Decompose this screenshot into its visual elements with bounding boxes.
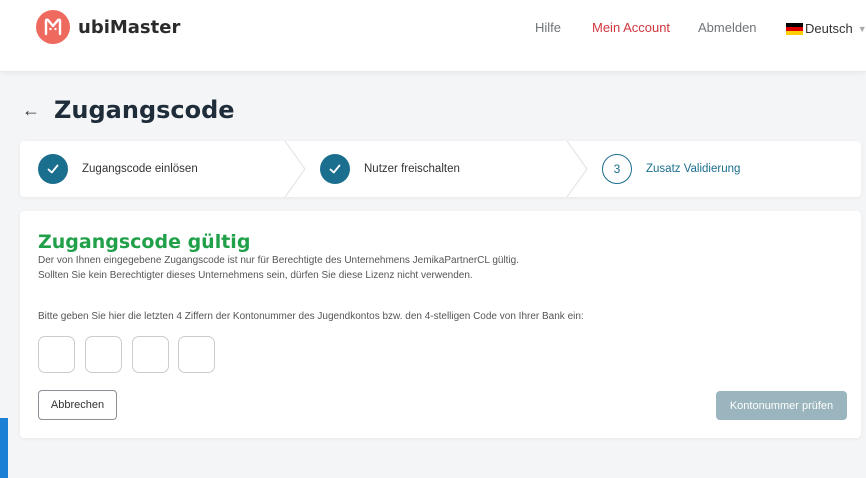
step-label: Nutzer freischalten bbox=[364, 163, 460, 175]
logo[interactable]: ubiMaster bbox=[36, 10, 180, 44]
digit-input-1[interactable] bbox=[38, 336, 75, 373]
language-selector[interactable]: Deutsch ▼ bbox=[786, 21, 866, 36]
check-account-button[interactable]: Kontonummer prüfen bbox=[716, 391, 847, 420]
info-text: Der von Ihnen eingegebene Zugangscode is… bbox=[38, 255, 520, 266]
nav-help-link[interactable]: Hilfe bbox=[535, 20, 561, 35]
language-label: Deutsch bbox=[805, 21, 853, 36]
digit-input-2[interactable] bbox=[85, 336, 122, 373]
page-title: Zugangscode bbox=[54, 96, 235, 124]
check-icon bbox=[320, 154, 350, 184]
back-arrow-icon[interactable]: ← bbox=[22, 98, 40, 122]
success-title: Zugangscode gültig bbox=[38, 231, 251, 253]
logo-text: ubiMaster bbox=[78, 16, 181, 38]
step-divider-chevron bbox=[284, 141, 306, 197]
chevron-down-icon: ▼ bbox=[857, 23, 866, 34]
german-flag-icon bbox=[786, 22, 803, 35]
digit-input-4[interactable] bbox=[178, 336, 215, 373]
validation-card: Zugangscode gültig Der von Ihnen eingege… bbox=[20, 211, 861, 438]
cancel-button[interactable]: Abbrechen bbox=[38, 390, 117, 420]
step-1: Zugangscode einlösen bbox=[38, 141, 198, 197]
step-divider-chevron bbox=[566, 141, 588, 197]
step-label: Zusatz Validierung bbox=[646, 163, 741, 175]
nav-logout-link[interactable]: Abmelden bbox=[698, 20, 757, 35]
nav-account-link[interactable]: Mein Account bbox=[592, 20, 670, 35]
digit-input-3[interactable] bbox=[132, 336, 169, 373]
logo-mark-icon bbox=[36, 10, 70, 44]
check-icon bbox=[38, 154, 68, 184]
edge-accent bbox=[0, 418, 8, 478]
step-3: 3 Zusatz Validierung bbox=[602, 141, 740, 197]
title-row: ← Zugangscode bbox=[22, 96, 235, 124]
top-header: ubiMaster Hilfe Mein Account Abmelden De… bbox=[0, 0, 866, 72]
step-2: Nutzer freischalten bbox=[320, 141, 460, 197]
step-number: 3 bbox=[602, 154, 632, 184]
step-label: Zugangscode einlösen bbox=[82, 163, 198, 175]
stepper: Zugangscode einlösen Nutzer freischalten… bbox=[20, 141, 861, 197]
info-text: Sollten Sie kein Berechtigter dieses Unt… bbox=[38, 270, 473, 281]
digit-prompt: Bitte geben Sie hier die letzten 4 Ziffe… bbox=[38, 311, 584, 322]
